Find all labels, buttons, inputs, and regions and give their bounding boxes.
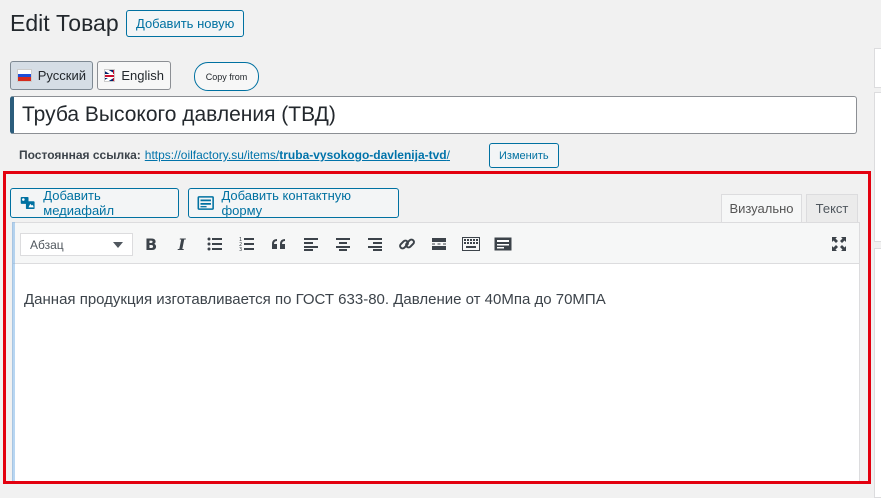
add-media-label: Добавить медиафайл [43,188,115,218]
contact-form-icon [197,196,214,210]
add-contact-form-label: Добавить контактную форму [221,188,351,218]
post-title-input[interactable] [10,96,857,134]
numbered-list-icon[interactable]: 1 2 3 [236,233,258,255]
add-new-button[interactable]: Добавить новую [126,10,245,37]
language-tab-english[interactable]: English [97,61,171,90]
media-icon [20,196,35,210]
side-panel-fragment [874,48,881,88]
tab-visual[interactable]: Визуально [721,194,802,223]
page-title: Edit Товар [10,10,119,36]
side-panel-fragment [874,248,881,498]
chevron-down-icon [113,241,123,248]
permalink-label: Постоянная ссылка: [19,148,141,162]
language-tab-russian[interactable]: Русский [10,61,93,90]
format-select-value: Абзац [30,237,64,252]
blockquote-icon[interactable] [268,233,290,255]
ru-flag-icon [17,69,32,82]
link-icon[interactable] [396,233,418,255]
add-media-button[interactable]: Добавить медиафайл [10,188,179,218]
form-icon[interactable] [492,233,514,255]
align-left-icon[interactable] [300,233,322,255]
toolbar-toggle-icon[interactable] [460,233,482,255]
svg-text:I: I [177,236,186,252]
permalink-link[interactable]: https://oilfactory.su/items/truba-vysoko… [145,148,450,162]
side-panel-fragment [874,92,881,242]
align-center-icon[interactable] [332,233,354,255]
italic-icon[interactable]: I [172,233,194,255]
align-right-icon[interactable] [364,233,386,255]
permalink-trailing: / [446,148,450,162]
permalink-base: https://oilfactory.su/items/ [144,148,280,162]
permalink-slug: truba-vysokogo-davlenija-tvd [279,148,447,162]
editor-box: Абзац B I 1 2 3 Данная продукция изготав… [12,222,860,484]
svg-text:3: 3 [239,247,242,251]
editor-toolbar: Абзац B I 1 2 3 [13,223,859,264]
tab-text[interactable]: Текст [806,194,858,223]
uk-flag-icon [104,69,116,82]
bullet-list-icon[interactable] [204,233,226,255]
add-contact-form-button[interactable]: Добавить контактную форму [188,188,399,218]
editor-content[interactable]: Данная продукция изготавливается по ГОСТ… [24,291,606,308]
edit-slug-button[interactable]: Изменить [489,143,559,168]
language-tab-label: English [121,68,164,83]
bold-icon[interactable]: B [140,233,162,255]
read-more-icon[interactable] [428,233,450,255]
copy-from-button[interactable]: Copy from [194,62,259,91]
permalink-row: Постоянная ссылка: https://oilfactory.su… [19,148,450,162]
format-select[interactable]: Абзац [20,233,133,256]
editor-left-accent [12,222,15,484]
svg-text:B: B [145,236,157,252]
language-tab-label: Русский [37,68,86,83]
fullscreen-icon[interactable] [828,233,850,255]
